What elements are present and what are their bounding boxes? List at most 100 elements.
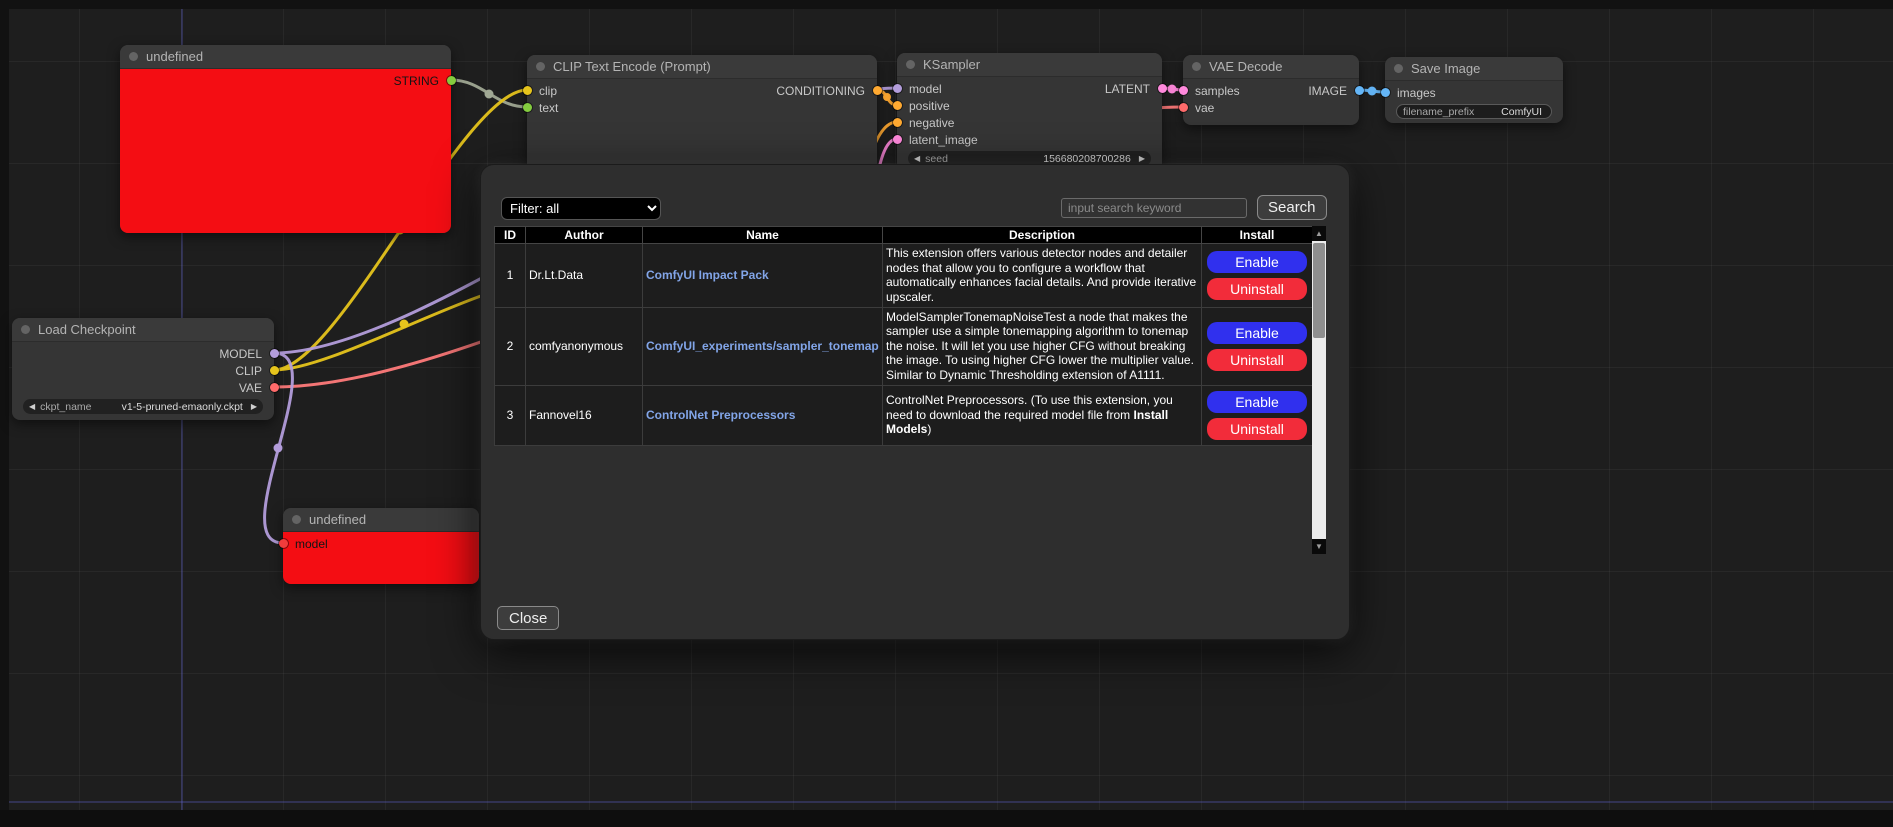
- positive-input-pin[interactable]: [893, 101, 902, 110]
- wire-dot: [1168, 85, 1177, 94]
- node-title-label: Save Image: [1411, 61, 1480, 76]
- conditioning-output-pin[interactable]: [873, 86, 882, 95]
- vae-input-pin[interactable]: [1179, 103, 1188, 112]
- wire-dot: [1368, 87, 1377, 96]
- ext-name-link[interactable]: ComfyUI_experiments/sampler_tonemap: [646, 339, 879, 354]
- input-label: negative: [909, 116, 954, 130]
- node-title-label: undefined: [146, 49, 203, 64]
- input-label: samples: [1195, 84, 1240, 98]
- ext-author: Fannovel16: [526, 385, 643, 445]
- output-label: LATENT: [1105, 82, 1150, 96]
- scroll-down-icon[interactable]: ▼: [1312, 539, 1326, 554]
- clip-input-pin[interactable]: [523, 86, 532, 95]
- wire-string-to-text: [451, 80, 527, 107]
- search-input[interactable]: [1061, 198, 1247, 218]
- scrollbar-thumb[interactable]: [1313, 243, 1325, 338]
- node-vae-decode[interactable]: VAE Decode samples IMAGE vae: [1183, 55, 1359, 125]
- latent-output-pin[interactable]: [1158, 84, 1167, 93]
- negative-input-pin[interactable]: [893, 118, 902, 127]
- node-collapse-dot[interactable]: [1394, 64, 1403, 73]
- ext-name-link[interactable]: ControlNet Preprocessors: [646, 408, 879, 423]
- input-label: latent_image: [909, 133, 978, 147]
- uninstall-button[interactable]: Uninstall: [1207, 418, 1307, 440]
- image-output-pin[interactable]: [1355, 86, 1364, 95]
- node-collapse-dot[interactable]: [129, 52, 138, 61]
- scrollbar[interactable]: ▲ ▼: [1312, 226, 1326, 554]
- ext-description: ModelSamplerTonemapNoiseTest a node that…: [883, 307, 1202, 385]
- widget-value: ComfyUI: [1501, 106, 1545, 118]
- filename-prefix-widget[interactable]: filename_prefix ComfyUI: [1396, 104, 1552, 119]
- samples-input-pin[interactable]: [1179, 86, 1188, 95]
- input-label: model: [909, 82, 942, 96]
- widget-label: filename_prefix: [1403, 106, 1474, 118]
- model-input-pin[interactable]: [279, 539, 288, 548]
- node-collapse-dot[interactable]: [1192, 62, 1201, 71]
- increment-icon[interactable]: ▶: [251, 403, 257, 411]
- model-output-pin[interactable]: [270, 349, 279, 358]
- filter-select[interactable]: Filter: all: [501, 197, 661, 220]
- output-label: STRING: [394, 74, 439, 88]
- images-input-pin[interactable]: [1381, 88, 1390, 97]
- canvas-axis-horizontal: [0, 801, 1893, 803]
- output-label: MODEL: [219, 347, 262, 361]
- input-label: images: [1397, 86, 1436, 100]
- output-label: CLIP: [235, 364, 262, 378]
- canvas-edge: [0, 0, 9, 827]
- node-undefined-bottom[interactable]: undefined model: [283, 508, 479, 584]
- widget-value: v1-5-pruned-emaonly.ckpt: [122, 401, 246, 413]
- graph-canvas[interactable]: undefined STRING CLIP Text Encode (Promp…: [0, 0, 1893, 827]
- model-input-pin[interactable]: [893, 84, 902, 93]
- enable-button[interactable]: Enable: [1207, 391, 1307, 413]
- wire-dot: [400, 320, 409, 329]
- output-label: CONDITIONING: [776, 84, 865, 98]
- table-row: 2 comfyanonymous ComfyUI_experiments/sam…: [495, 307, 1313, 385]
- manager-dialog: Filter: all Search ID Author Name Descri…: [480, 164, 1350, 640]
- ext-id: 1: [495, 244, 526, 308]
- output-label: VAE: [239, 381, 262, 395]
- uninstall-button[interactable]: Uninstall: [1207, 349, 1307, 371]
- ext-author: comfyanonymous: [526, 307, 643, 385]
- node-collapse-dot[interactable]: [292, 515, 301, 524]
- ckpt-name-widget[interactable]: ◀ ckpt_name v1-5-pruned-emaonly.ckpt ▶: [23, 399, 263, 414]
- latent-image-input-pin[interactable]: [893, 135, 902, 144]
- table-header-row: ID Author Name Description Install: [495, 227, 1313, 244]
- input-label: vae: [1195, 101, 1214, 115]
- ext-author: Dr.Lt.Data: [526, 244, 643, 308]
- text-input-pin[interactable]: [523, 103, 532, 112]
- node-collapse-dot[interactable]: [21, 325, 30, 334]
- node-collapse-dot[interactable]: [906, 60, 915, 69]
- search-button[interactable]: Search: [1257, 195, 1327, 220]
- input-label: clip: [539, 84, 557, 98]
- enable-button[interactable]: Enable: [1207, 251, 1307, 273]
- widget-value: 156680208700286: [1043, 153, 1134, 165]
- input-label: model: [295, 537, 328, 551]
- vae-output-pin[interactable]: [270, 383, 279, 392]
- canvas-edge: [0, 0, 1893, 9]
- node-save-image[interactable]: Save Image images filename_prefix ComfyU…: [1385, 57, 1563, 123]
- col-header-id: ID: [495, 227, 526, 244]
- col-header-author: Author: [526, 227, 643, 244]
- decrement-icon[interactable]: ◀: [914, 155, 920, 163]
- close-button[interactable]: Close: [497, 606, 559, 630]
- node-undefined-top[interactable]: undefined STRING: [120, 45, 451, 233]
- table-row: 3 Fannovel16 ControlNet Preprocessors Co…: [495, 385, 1313, 445]
- increment-icon[interactable]: ▶: [1139, 155, 1145, 163]
- decrement-icon[interactable]: ◀: [29, 403, 35, 411]
- node-title-label: CLIP Text Encode (Prompt): [553, 59, 711, 74]
- output-label: IMAGE: [1308, 84, 1347, 98]
- enable-button[interactable]: Enable: [1207, 322, 1307, 344]
- clip-output-pin[interactable]: [270, 366, 279, 375]
- widget-label: seed: [925, 153, 948, 165]
- table-row: 1 Dr.Lt.Data ComfyUI Impact Pack This ex…: [495, 244, 1313, 308]
- ext-name-link[interactable]: ComfyUI Impact Pack: [646, 268, 879, 283]
- node-collapse-dot[interactable]: [536, 62, 545, 71]
- col-header-name: Name: [643, 227, 883, 244]
- uninstall-button[interactable]: Uninstall: [1207, 278, 1307, 300]
- string-output-pin[interactable]: [447, 76, 456, 85]
- ext-description: This extension offers various detector n…: [883, 244, 1202, 308]
- col-header-install: Install: [1202, 227, 1313, 244]
- ext-description: ControlNet Preprocessors. (To use this e…: [883, 385, 1202, 445]
- scroll-up-icon[interactable]: ▲: [1312, 226, 1326, 241]
- node-load-checkpoint[interactable]: Load Checkpoint MODEL CLIP VAE ◀ ckpt_na…: [12, 318, 274, 420]
- ext-id: 2: [495, 307, 526, 385]
